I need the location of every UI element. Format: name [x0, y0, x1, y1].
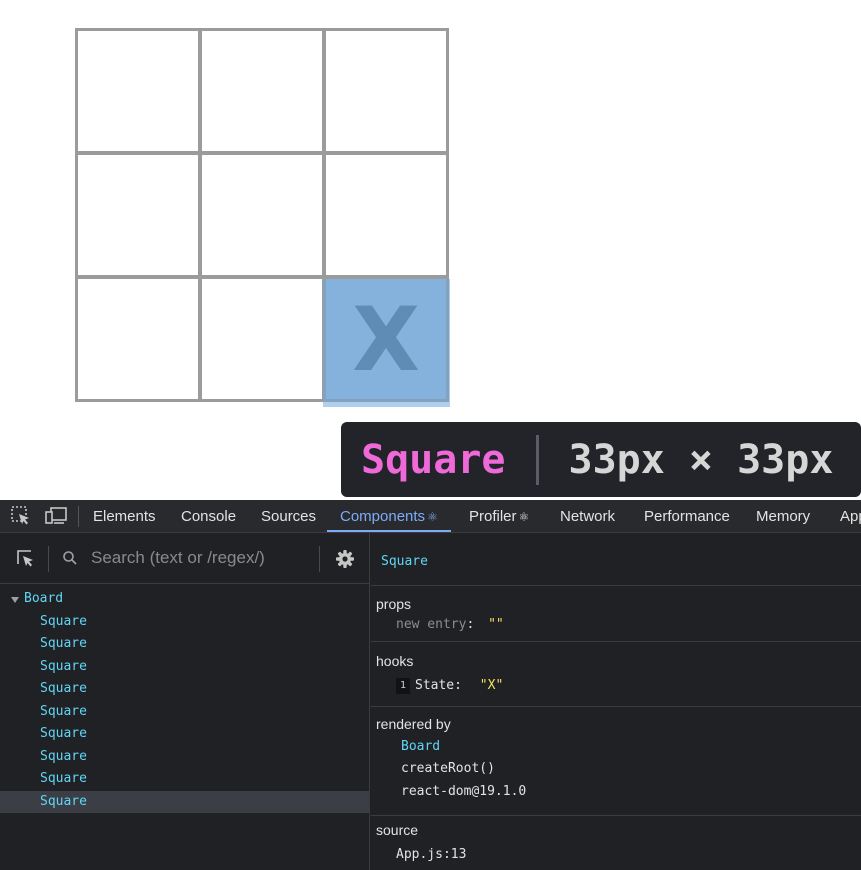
tree-node-square[interactable]: Square — [0, 678, 369, 701]
react-atom-icon: ⚛ — [427, 510, 438, 524]
board-square[interactable] — [75, 28, 201, 154]
tab-label: Profiler — [469, 508, 517, 525]
tab-label: Sources — [261, 508, 317, 525]
tab-label: App — [840, 508, 861, 525]
device-toolbar-icon[interactable] — [44, 505, 67, 527]
component-tree: Board Square Square Square Square Square… — [0, 588, 369, 813]
hook-index-badge: 1 — [396, 678, 410, 694]
source-location-link[interactable]: App.js:13 — [396, 847, 466, 862]
tab-label: Network — [560, 508, 616, 525]
board-square[interactable] — [323, 28, 449, 154]
board-square[interactable] — [75, 276, 201, 402]
toolbar-divider — [78, 506, 79, 527]
tic-tac-toe-board: X — [75, 28, 450, 403]
tab-console[interactable]: Console — [181, 500, 237, 532]
tab-sources[interactable]: Sources — [261, 500, 317, 532]
tab-performance[interactable]: Performance — [644, 500, 730, 532]
board-square[interactable] — [199, 276, 325, 402]
search-input[interactable] — [91, 545, 306, 571]
tree-node-square-selected[interactable]: Square — [0, 790, 369, 813]
selected-component-name: Square — [381, 554, 428, 569]
tab-label: Memory — [756, 508, 811, 525]
board-square[interactable] — [199, 28, 325, 154]
colon: : — [454, 678, 462, 693]
tree-node-square[interactable]: Square — [0, 746, 369, 769]
inspect-tooltip: Square 33px × 33px — [341, 422, 861, 497]
new-entry-key[interactable]: new entry — [396, 617, 466, 632]
devtools-tab-bar: Elements Console Sources Components ⚛ Pro… — [0, 500, 861, 533]
tree-node-label: Square — [40, 748, 87, 764]
tree-node-square[interactable]: Square — [0, 633, 369, 656]
tree-node-label: Square — [40, 658, 87, 674]
new-entry-value[interactable]: "" — [488, 617, 504, 632]
hooks-section: hooks 1 State: "X" — [371, 642, 861, 707]
board-square-highlighted[interactable]: X — [323, 276, 449, 402]
colon: : — [466, 617, 475, 632]
tree-node-board[interactable]: Board — [0, 588, 369, 611]
rendered-by-title: rendered by — [376, 716, 451, 732]
tab-label: Components — [340, 508, 426, 525]
tree-node-label: Square — [40, 726, 87, 741]
rendered-by-board-link[interactable]: Board — [401, 739, 440, 754]
rendered-by-react-dom: react-dom@19.1.0 — [401, 784, 527, 799]
tab-label: Console — [181, 508, 237, 525]
component-tree-pane: Board Square Square Square Square Square… — [0, 533, 370, 870]
inspect-element-icon[interactable] — [10, 505, 32, 527]
tab-elements[interactable]: Elements — [93, 500, 156, 532]
board-square[interactable] — [323, 152, 449, 278]
props-title: props — [376, 596, 412, 612]
tooltip-component-name: Square — [361, 436, 506, 483]
inspector-header: Square — [371, 533, 861, 586]
hook-state-row[interactable]: 1 State: "X" — [396, 678, 503, 694]
source-title: source — [376, 822, 419, 838]
tab-components[interactable]: Components ⚛ — [327, 500, 451, 532]
tab-application[interactable]: App — [840, 500, 861, 532]
tree-node-square[interactable]: Square — [0, 701, 369, 724]
tree-node-square[interactable]: Square — [0, 723, 369, 746]
tree-node-label: Square — [40, 771, 87, 786]
rendered-by-create-root: createRoot() — [401, 761, 495, 776]
hook-value[interactable]: "X" — [480, 678, 503, 693]
hooks-title: hooks — [376, 653, 414, 669]
search-icon — [62, 550, 78, 566]
react-atom-icon: ⚛ — [518, 510, 530, 524]
tree-node-label: Square — [40, 703, 87, 719]
caret-down-icon[interactable] — [11, 597, 19, 603]
rendered-by-section: rendered by Board createRoot() react-dom… — [371, 707, 861, 816]
tree-node-label: Board — [24, 591, 64, 606]
gear-icon[interactable] — [335, 549, 355, 569]
devtools-panel: Elements Console Sources Components ⚛ Pro… — [0, 500, 861, 870]
tab-network[interactable]: Network — [560, 500, 616, 532]
tooltip-separator — [535, 434, 539, 485]
tab-profiler[interactable]: Profiler ⚛ — [469, 500, 530, 532]
toolbar-divider — [319, 546, 320, 572]
tab-label: Performance — [644, 508, 730, 525]
tree-node-square[interactable]: Square — [0, 611, 369, 634]
tree-node-square[interactable]: Square — [0, 656, 369, 679]
tree-node-label: Square — [40, 793, 87, 809]
select-element-icon[interactable] — [15, 548, 37, 570]
props-section: props new entry: "" — [371, 586, 861, 642]
component-inspector: Square props new entry: "" hooks 1 State:… — [371, 533, 861, 870]
tree-node-label: Square — [40, 681, 87, 696]
source-section: source App.js:13 — [371, 816, 861, 870]
tab-label: Elements — [93, 508, 156, 525]
toolbar-divider — [48, 546, 49, 572]
component-tree-toolbar — [0, 533, 370, 584]
tree-node-label: Square — [40, 636, 87, 651]
board-square[interactable] — [75, 152, 201, 278]
hook-name: State — [415, 678, 455, 693]
tree-node-square[interactable]: Square — [0, 768, 369, 791]
tooltip-size: 33px × 33px — [568, 436, 834, 483]
new-prop-entry[interactable]: new entry: "" — [396, 617, 504, 632]
tab-memory[interactable]: Memory — [756, 500, 811, 532]
board-square[interactable] — [199, 152, 325, 278]
tree-node-label: Square — [40, 613, 87, 629]
